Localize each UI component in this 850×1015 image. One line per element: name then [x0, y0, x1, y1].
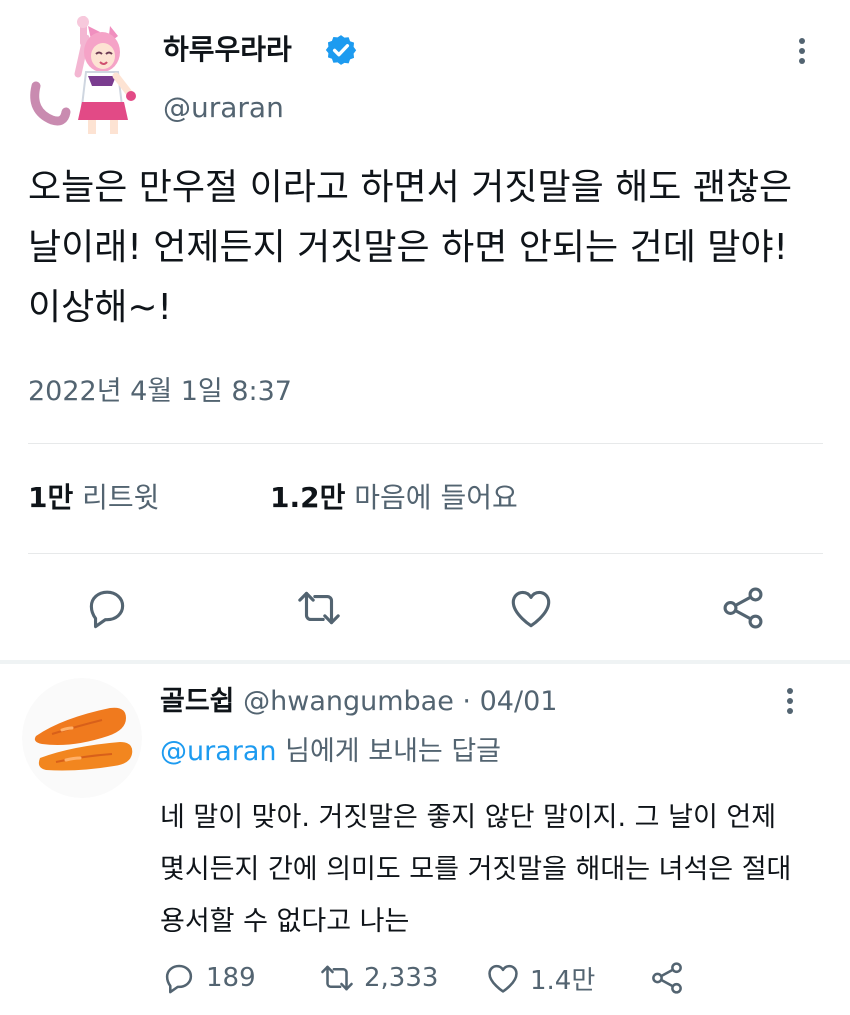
verified-badge-icon: [325, 35, 357, 65]
reply-header: 골드쉽 @hwangumbae · 04/01: [160, 682, 557, 722]
share-icon: [723, 587, 763, 629]
retweet-icon: [298, 591, 340, 625]
reply-date[interactable]: 04/01: [480, 686, 558, 717]
anime-catgirl-avatar-icon: [30, 16, 136, 134]
tweet-text-line: 날이래! 언제든지 거짓말은 하면 안되는 건데 말야!: [28, 227, 788, 268]
reply-count: 189: [206, 963, 256, 993]
meta-separator: ·: [462, 686, 472, 717]
more-options-icon[interactable]: [792, 38, 812, 78]
divider: [28, 553, 823, 554]
reply-text-line: 네 말이 맞아. 거짓말은 좋지 않단 말이지. 그 날이 언제: [160, 802, 777, 833]
retweets-label: 리트윗: [82, 481, 160, 514]
likes-count: 1.2만: [270, 481, 346, 514]
share-button[interactable]: [718, 583, 768, 633]
reply-icon: [89, 590, 125, 629]
reply-icon: [165, 964, 193, 994]
reply-like-button[interactable]: 1.4만: [484, 958, 595, 998]
reply-author-handle[interactable]: @hwangumbae: [243, 686, 454, 717]
like-button[interactable]: [506, 583, 556, 633]
share-icon: [652, 962, 682, 994]
reply-author-avatar[interactable]: [22, 678, 142, 798]
reply-retweet-button[interactable]: 2,333: [318, 958, 438, 998]
retweets-count: 1만: [28, 481, 74, 514]
reply-to-suffix: 님에게 보내는 답글: [285, 736, 502, 767]
author-handle[interactable]: @uraran: [163, 88, 284, 128]
reply-text-line: 용서할 수 없다고 나는: [160, 906, 410, 937]
tweet-timestamp[interactable]: 2022년 4월 1일 8:37: [28, 372, 292, 412]
reply-tweet[interactable]: 골드쉽 @hwangumbae · 04/01 @uraran 님에게 보내는 …: [0, 664, 850, 1015]
retweet-icon: [321, 965, 353, 991]
like-icon: [488, 964, 518, 993]
divider: [28, 443, 823, 444]
reply-author-name[interactable]: 골드쉽: [160, 686, 235, 717]
reply-button[interactable]: [82, 583, 132, 633]
carrot-avatar-icon: [22, 678, 142, 798]
main-tweet: 하루우라라 @uraran 오늘은 만우절 이라고 하면서 거짓말을 해도 괜찮…: [0, 0, 850, 660]
reply-to-mention[interactable]: @uraran: [160, 736, 277, 767]
like-icon: [511, 590, 551, 628]
reply-text-line: 몇시든지 간에 의미도 모를 거짓말을 해대는 녀석은 절대: [160, 854, 792, 885]
reply-reply-button[interactable]: 189: [160, 958, 256, 998]
retweet-button[interactable]: [294, 583, 344, 633]
likes-label: 마음에 들어요: [354, 481, 518, 514]
reply-share-button[interactable]: [648, 958, 694, 998]
tweet-text-line: 오늘은 만우절 이라고 하면서 거짓말을 해도 괜찮은: [28, 167, 793, 208]
author-avatar[interactable]: [26, 16, 136, 134]
replying-to: @uraran 님에게 보내는 답글: [160, 732, 501, 772]
like-count: 1.4만: [530, 965, 596, 996]
author-display-name[interactable]: 하루우라라: [163, 30, 292, 70]
reply-more-options-icon[interactable]: [780, 688, 800, 728]
likes-stat[interactable]: 1.2만 마음에 들어요: [270, 476, 518, 520]
retweet-count: 2,333: [364, 963, 439, 993]
reply-text: 네 말이 맞아. 거짓말은 좋지 않단 말이지. 그 날이 언제 몇시든지 간에…: [160, 792, 820, 948]
tweet-text: 오늘은 만우절 이라고 하면서 거짓말을 해도 괜찮은 날이래! 언제든지 거짓…: [28, 158, 818, 338]
tweet-text-line: 이상해~!: [28, 287, 172, 328]
retweets-stat[interactable]: 1만 리트윗: [28, 476, 159, 520]
